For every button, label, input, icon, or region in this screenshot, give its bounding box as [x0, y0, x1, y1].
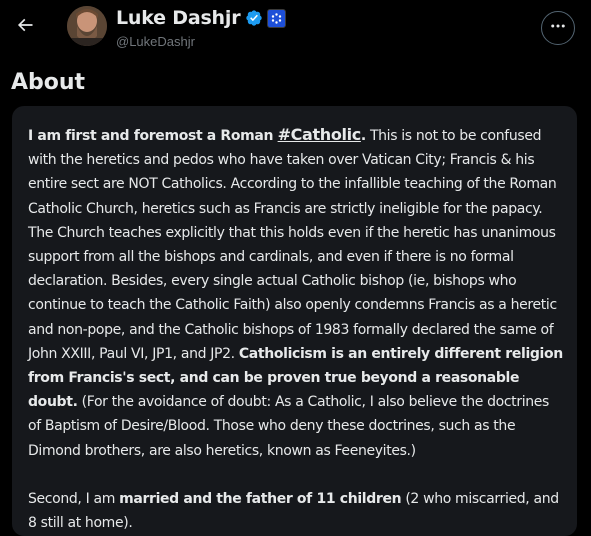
back-button[interactable]	[8, 10, 42, 44]
about-title: About	[11, 70, 86, 95]
ellipsis-icon	[549, 17, 567, 40]
user-handle: @LukeDashjr	[116, 34, 195, 49]
affiliation-badge-icon[interactable]	[267, 8, 287, 28]
avatar[interactable]	[67, 6, 107, 46]
about-paragraph-2: Second, I am married and the father of 1…	[28, 487, 563, 535]
about-text-segment-3: Second, I am	[28, 490, 120, 507]
about-text-segment-2: (For the avoidance of doubt: As a Cathol…	[28, 394, 549, 459]
bold-family: married and the father of 11 children	[119, 490, 402, 507]
about-text-segment: This is not to be confused with the here…	[28, 128, 557, 362]
about-text: I am first and foremost a Roman #Catholi…	[28, 123, 563, 535]
display-name: Luke Dashjr	[116, 7, 241, 29]
bold-intro: I am first and foremost a Roman	[28, 128, 278, 144]
about-paragraph-1: I am first and foremost a Roman #Catholi…	[28, 123, 563, 463]
name-row: Luke Dashjr	[116, 6, 287, 30]
arrow-left-icon	[15, 15, 35, 40]
catholic-hashtag-link[interactable]: #Catholic	[278, 125, 362, 144]
verified-badge-icon[interactable]	[245, 9, 263, 27]
profile-header: Luke Dashjr @LukeDashjr	[0, 0, 591, 58]
more-options-button[interactable]	[541, 11, 575, 45]
